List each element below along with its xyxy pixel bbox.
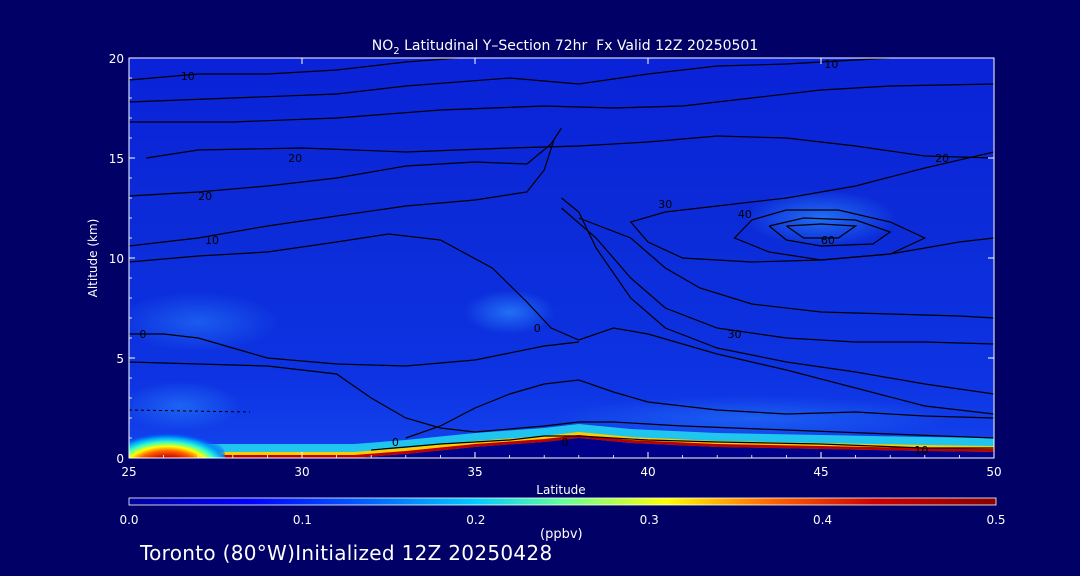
contour-label: 10 bbox=[181, 70, 195, 83]
x-tick-label: 50 bbox=[986, 465, 1001, 479]
contour-label: 20 bbox=[198, 190, 212, 203]
x-tick-label: 35 bbox=[467, 465, 482, 479]
footer-location: Toronto (80°W)Initialized 12Z 20250428 bbox=[140, 541, 553, 565]
contour-label: 0 bbox=[139, 328, 146, 341]
colorbar-ticks: 0.0 0.1 0.2 0.3 0.4 0.5 bbox=[119, 513, 1005, 527]
contour-label: 30 bbox=[728, 328, 742, 341]
y-axis-label: Altitude (km) bbox=[86, 219, 100, 298]
colorbar-tick-label: 0.3 bbox=[640, 513, 659, 527]
contour-label: 10 bbox=[914, 444, 928, 457]
y-tick-label: 15 bbox=[109, 152, 124, 166]
plot-area: 10 10 20 20 20 10 30 40 60 30 0 0 0 10 0 bbox=[129, 58, 994, 458]
contour-label: 10 bbox=[824, 58, 838, 71]
field-enhancement bbox=[129, 381, 241, 431]
contour-label: 0 bbox=[561, 436, 568, 449]
contour-label: 20 bbox=[288, 152, 302, 165]
colorbar-tick-label: 0.4 bbox=[813, 513, 832, 527]
x-tick-label: 25 bbox=[121, 465, 136, 479]
colorbar: 0.0 0.1 0.2 0.3 0.4 0.5 bbox=[119, 497, 1006, 527]
y-tick-label: 20 bbox=[109, 52, 124, 66]
contour-label: 10 bbox=[205, 234, 219, 247]
x-tick-label: 40 bbox=[640, 465, 655, 479]
contour-label: 20 bbox=[935, 152, 949, 165]
colorbar-tick-label: 0.0 bbox=[119, 513, 138, 527]
colorbar-tick-label: 0.2 bbox=[466, 513, 485, 527]
contour-label: 40 bbox=[738, 208, 752, 221]
chart-title: NO2 Latitudinal Y–Section 72hr Fx Valid … bbox=[372, 38, 758, 57]
contour-label: 60 bbox=[821, 234, 835, 247]
y-tick-label: 0 bbox=[116, 452, 124, 466]
x-tick-label: 30 bbox=[294, 465, 309, 479]
field-enhancement bbox=[129, 292, 279, 352]
colorbar-tick-label: 0.1 bbox=[293, 513, 312, 527]
y-tick-label: 10 bbox=[109, 252, 124, 266]
contour-label: 0 bbox=[534, 322, 541, 335]
field-background bbox=[129, 58, 994, 458]
x-axis-label: Latitude bbox=[536, 483, 585, 497]
colorbar-unit-label: (ppbv) bbox=[540, 527, 583, 542]
field-enhancement bbox=[464, 290, 555, 334]
colorbar-gradient bbox=[128, 497, 997, 506]
contour-label: 30 bbox=[658, 198, 672, 211]
y-tick-label: 5 bbox=[116, 352, 124, 366]
x-tick-label: 45 bbox=[813, 465, 828, 479]
colorbar-tick-label: 0.5 bbox=[986, 513, 1005, 527]
contour-label: 0 bbox=[392, 436, 399, 449]
chart-canvas: NO2 Latitudinal Y–Section 72hr Fx Valid … bbox=[86, 38, 1006, 527]
